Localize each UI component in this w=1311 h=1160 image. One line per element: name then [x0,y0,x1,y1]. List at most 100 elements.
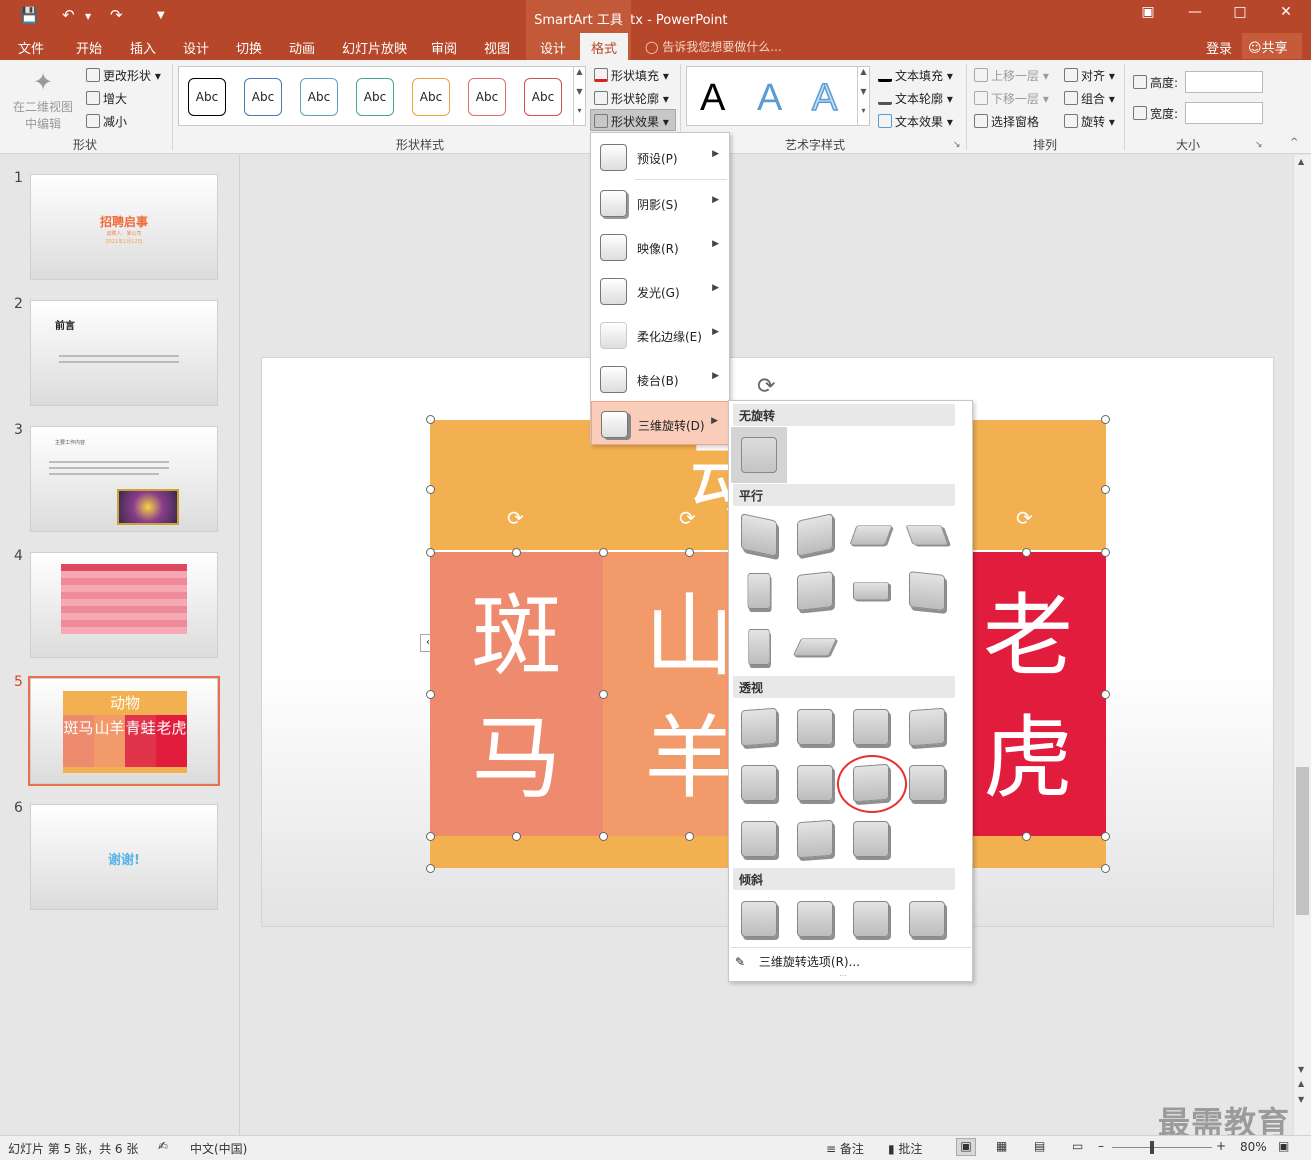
zoom-out-icon[interactable]: – [1098,1139,1104,1153]
zoom-slider-thumb[interactable] [1150,1141,1154,1154]
rotation-option[interactable] [747,573,771,609]
smartart-cell-tiger[interactable]: 老 虎 [950,552,1106,836]
rotation-option[interactable] [853,709,889,745]
tab-transitions[interactable]: 切换 [236,38,262,57]
tab-review[interactable]: 审阅 [431,38,457,57]
resize-handle[interactable] [1022,832,1031,841]
selection-pane-button[interactable]: 选择窗格 [974,113,1039,130]
rotate-handle-icon[interactable]: ⟳ [757,374,775,399]
slide-thumbnail-3[interactable]: 主要工作内容 [30,426,218,532]
zoom-level[interactable]: 80% [1240,1140,1267,1154]
wordart-style-blue[interactable]: A [757,78,782,118]
rotation-option[interactable] [853,763,889,803]
slide-thumbnail-5[interactable]: 动物 斑马 山羊 青蛙 老虎 [30,678,218,784]
rotation-option[interactable] [741,513,777,557]
rotate-handle-icon[interactable]: ⟳ [507,506,524,530]
rotation-option[interactable] [853,582,889,600]
rotation-option[interactable] [797,513,833,557]
wordart-more[interactable]: ▾ [857,106,869,126]
resize-handle[interactable] [599,832,608,841]
rotation-option[interactable] [853,901,889,937]
resize-handle[interactable] [599,548,608,557]
align-button[interactable]: 对齐 ▾ [1064,67,1115,84]
resize-handle[interactable] [512,832,521,841]
wordart-style-black[interactable]: A [700,78,725,118]
tab-view[interactable]: 视图 [484,38,510,57]
zoom-slider-track[interactable] [1112,1147,1212,1148]
collapse-ribbon-icon[interactable]: ^ [1290,137,1298,148]
resize-handle[interactable] [685,832,694,841]
resize-handle[interactable] [512,548,521,557]
rotation-option[interactable] [748,629,770,665]
tab-insert[interactable]: 插入 [130,38,156,57]
tab-slideshow[interactable]: 幻灯片放映 [342,38,407,57]
rotate-handle-icon[interactable]: ⟳ [1016,506,1033,530]
wordart-scroll-up[interactable]: ▲ [857,67,869,87]
3d-rotation-options-link[interactable]: ✎ 三维旋转选项(R)... [735,953,860,970]
resize-handle[interactable] [1101,690,1110,699]
text-outline-button[interactable]: 文本轮廓 ▾ [878,90,953,107]
rotation-option[interactable] [909,707,945,747]
rotate-button[interactable]: 旋转 ▾ [1064,113,1115,130]
maximize-icon[interactable]: □ [1220,4,1260,28]
spellcheck-icon[interactable]: ✍ [158,1139,168,1153]
resize-handle[interactable] [426,864,435,873]
edit-in-2d-button[interactable]: ✦ 在二维视图中编辑 [8,66,78,131]
rotation-option[interactable] [797,765,833,801]
shape-style-swatch[interactable]: Abc [412,78,450,116]
shape-style-swatch[interactable]: Abc [356,78,394,116]
resize-handle[interactable] [685,548,694,557]
increase-size-button[interactable]: 增大 [86,90,127,107]
change-shape-button[interactable]: 更改形状 ▾ [86,67,161,84]
shape-fill-button[interactable]: 形状填充 ▾ [594,67,669,84]
minimize-icon[interactable]: — [1175,4,1215,28]
normal-view-icon[interactable]: ▣ [956,1138,976,1156]
vertical-scrollbar[interactable]: ▲ ▼ ▲ ▼ [1293,155,1311,1135]
slideshow-icon[interactable]: ▭ [1072,1139,1083,1153]
rotation-option[interactable] [741,707,777,747]
send-backward-button[interactable]: 下移一层 ▾ [974,90,1049,107]
slide-thumbnail-2[interactable]: 前言 [30,300,218,406]
tab-animations[interactable]: 动画 [289,38,315,57]
scroll-thumb[interactable] [1296,767,1309,915]
zoom-in-icon[interactable]: + [1216,1139,1226,1153]
shape-style-swatch[interactable]: Abc [524,78,562,116]
resize-handle[interactable] [426,415,435,424]
shape-style-swatch[interactable]: Abc [188,78,226,116]
sign-in-link[interactable]: 登录 [1206,38,1232,57]
rotation-option[interactable] [905,525,949,545]
shape-style-swatch[interactable]: Abc [468,78,506,116]
rotation-option[interactable] [797,819,833,859]
slide-thumbnail-4[interactable] [30,552,218,658]
wordart-dialog-launcher-icon[interactable]: ↘ [953,140,961,150]
rotation-option[interactable] [909,765,945,801]
rotation-option-selected[interactable] [731,427,787,483]
smartart-cell-zebra[interactable]: 斑 马 [430,552,603,836]
shape-effects-button[interactable]: 形状效果 ▾ [594,113,669,130]
next-slide-icon[interactable]: ▼ [1298,1095,1304,1104]
rotate-handle-icon[interactable]: ⟳ [679,506,696,530]
shape-outline-button[interactable]: 形状轮廓 ▾ [594,90,669,107]
resize-handle[interactable] [426,548,435,557]
slide-sorter-icon[interactable]: ▦ [996,1139,1007,1153]
resize-handle[interactable] [599,690,608,699]
slide-thumbnail-6[interactable]: 谢谢! [30,804,218,910]
language-indicator[interactable]: 中文(中国) [190,1140,247,1157]
tab-design[interactable]: 设计 [183,38,209,57]
previous-slide-icon[interactable]: ▲ [1298,1079,1304,1088]
text-fill-button[interactable]: 文本填充 ▾ [878,67,953,84]
resize-handle[interactable] [1022,548,1031,557]
menu-item-reflection[interactable]: 映像(R) ▶ [591,225,729,269]
resize-handle[interactable] [426,690,435,699]
resize-grip-icon[interactable]: ⋯ [839,971,847,980]
gallery-more[interactable]: ▾ [573,106,585,126]
gallery-scroll-down[interactable]: ▼ [573,87,585,107]
wordart-scroll-down[interactable]: ▼ [857,87,869,107]
wordart-style-outline[interactable]: A [811,77,838,119]
fit-to-window-icon[interactable]: ▣ [1278,1139,1289,1153]
rotation-option[interactable] [797,901,833,937]
menu-item-3d-rotation[interactable]: 三维旋转(D) ▶ [591,401,729,445]
height-input[interactable] [1185,71,1263,93]
rotation-option[interactable] [741,821,777,857]
menu-item-glow[interactable]: 发光(G) ▶ [591,269,729,313]
